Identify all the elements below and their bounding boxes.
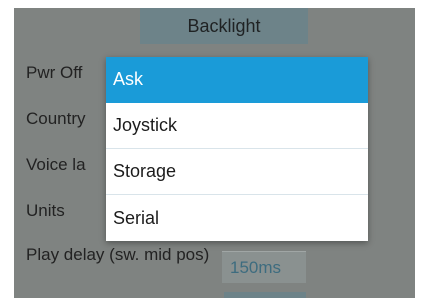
header-tab[interactable]: Backlight <box>140 8 308 44</box>
dropdown-option-joystick[interactable]: Joystick <box>106 103 368 149</box>
play-delay-value: 150ms <box>230 257 282 277</box>
settings-panel: Backlight Pwr Off Country Voice la Units… <box>14 8 415 298</box>
setting-label-play-delay: Play delay (sw. mid pos) <box>26 245 210 264</box>
setting-label-pwr-off: Pwr Off <box>26 63 83 82</box>
options-dropdown: Ask Joystick Storage Serial <box>106 57 368 241</box>
setting-label-voice: Voice la <box>26 155 86 174</box>
dropdown-option-label: Serial <box>113 207 160 228</box>
setting-label-units: Units <box>26 201 65 220</box>
dropdown-option-storage[interactable]: Storage <box>106 149 368 195</box>
play-delay-value-field[interactable]: 150ms <box>222 251 306 283</box>
setting-label-country: Country <box>26 109 86 128</box>
header-title: Backlight <box>187 15 261 36</box>
dropdown-option-ask[interactable]: Ask <box>106 57 368 103</box>
dropdown-option-label: Joystick <box>113 115 178 135</box>
next-setting-field[interactable] <box>224 292 306 298</box>
dropdown-option-serial[interactable]: Serial <box>106 195 368 241</box>
screen: Backlight Pwr Off Country Voice la Units… <box>0 0 433 298</box>
dropdown-option-label: Ask <box>113 69 144 89</box>
dropdown-option-label: Storage <box>113 161 177 181</box>
